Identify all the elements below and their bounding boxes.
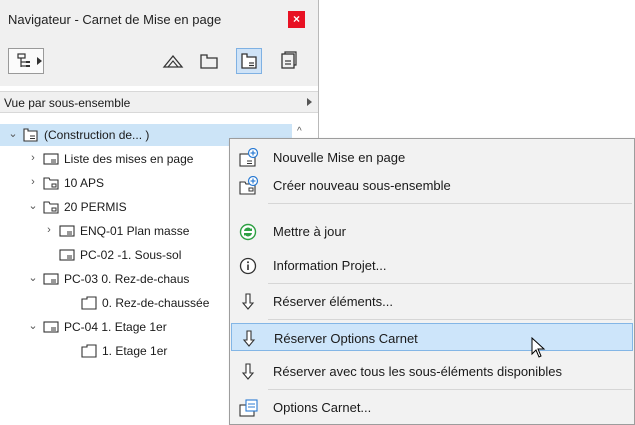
menu-separator: [268, 203, 632, 204]
drawing-icon: [80, 295, 98, 314]
window-title: Navigateur - Carnet de Mise en page: [8, 12, 222, 27]
drawing-icon: [80, 343, 98, 362]
tree-item-label: PC-04 1. Etage 1er: [64, 320, 167, 334]
layout-icon: [58, 247, 76, 266]
layout-book-icon: [237, 53, 261, 76]
menu-item-new-layout[interactable]: Nouvelle Mise en page: [231, 143, 633, 171]
menu-item-label: Options Carnet...: [273, 400, 372, 415]
tree-structure-icon: [15, 53, 33, 72]
chevron-down-icon[interactable]: ⌄: [28, 200, 38, 212]
view-map-icon: [196, 54, 222, 77]
tree-item-label: 1. Etage 1er: [102, 344, 168, 358]
menu-separator: [268, 283, 632, 284]
context-menu: Nouvelle Mise en page Créer nouveau sous…: [229, 138, 635, 425]
tree-item-label: Liste des mises en page: [64, 152, 194, 166]
menu-item-project-info[interactable]: Information Projet...: [231, 251, 633, 279]
tree-item-label: ENQ-01 Plan masse: [80, 224, 190, 238]
tree-item-label: 10 APS: [64, 176, 105, 190]
menu-item-update[interactable]: Mettre à jour: [231, 217, 633, 245]
menu-item-label: Information Projet...: [273, 258, 387, 273]
info-icon: [238, 256, 260, 279]
new-subset-icon: [238, 175, 260, 199]
chevron-down-icon[interactable]: ⌄: [8, 128, 18, 140]
tree-item-label: PC-03 0. Rez-de-chaus: [64, 272, 190, 286]
reserve-icon: [239, 329, 261, 352]
reserve-icon: [238, 362, 260, 385]
menu-item-label: Réserver éléments...: [273, 294, 393, 309]
tree-item-label: 20 PERMIS: [64, 200, 127, 214]
chevron-right-icon: [307, 98, 312, 106]
chevron-right-icon[interactable]: ›: [28, 176, 38, 188]
book-settings-icon: [238, 398, 260, 421]
menu-item-label: Nouvelle Mise en page: [273, 150, 406, 165]
menu-item-new-subset[interactable]: Créer nouveau sous-ensemble: [231, 171, 633, 199]
view-selector-label: Vue par sous-ensemble: [4, 96, 131, 110]
view-selector[interactable]: Vue par sous-ensemble: [0, 91, 318, 113]
mouse-cursor-icon: [531, 336, 547, 362]
close-button[interactable]: ×: [288, 11, 305, 28]
structure-dropdown[interactable]: [8, 48, 44, 74]
chevron-down-icon[interactable]: ⌄: [28, 272, 38, 284]
menu-separator: [268, 319, 632, 320]
chevron-right-icon[interactable]: ›: [28, 152, 38, 164]
chevron-right-icon[interactable]: ›: [44, 224, 54, 236]
menu-item-label: Réserver avec tous les sous-éléments dis…: [273, 364, 563, 379]
layout-icon: [58, 223, 76, 242]
publisher-sets-button[interactable]: [276, 48, 302, 74]
toolbar: [0, 38, 318, 86]
menu-item-reserve-book-options[interactable]: Réserver Options Carnet: [231, 323, 633, 351]
subset-icon: [42, 199, 60, 218]
publisher-sets-icon: [276, 51, 302, 77]
layout-book-button[interactable]: [236, 48, 262, 74]
tree-item-label: (Construction de... ): [44, 128, 150, 142]
menu-item-label: Réserver Options Carnet: [274, 331, 418, 346]
menu-separator: [268, 389, 632, 390]
menu-item-label: Créer nouveau sous-ensemble: [273, 178, 451, 193]
layout-icon: [42, 271, 60, 290]
menu-item-reserve-elements[interactable]: Réserver éléments...: [231, 287, 633, 315]
tree-item-label: 0. Rez-de-chaussée: [102, 296, 210, 310]
layout-book-icon: [22, 127, 40, 146]
project-map-icon: [160, 54, 186, 77]
chevron-right-icon: [37, 57, 42, 65]
project-map-button[interactable]: [160, 48, 186, 74]
update-icon: [238, 222, 260, 245]
menu-item-reserve-all-subitems[interactable]: Réserver avec tous les sous-éléments dis…: [231, 357, 633, 385]
menu-item-book-options[interactable]: Options Carnet...: [231, 393, 633, 421]
view-map-button[interactable]: [196, 48, 222, 74]
menu-item-label: Mettre à jour: [273, 224, 346, 239]
layout-icon: [42, 319, 60, 338]
reserve-icon: [238, 292, 260, 315]
subset-icon: [42, 175, 60, 194]
title-bar: Navigateur - Carnet de Mise en page ×: [0, 0, 318, 38]
layout-icon: [42, 151, 60, 170]
chevron-down-icon[interactable]: ⌄: [28, 320, 38, 332]
tree-item-label: PC-02 -1. Sous-sol: [80, 248, 182, 262]
new-layout-icon: [238, 147, 260, 171]
